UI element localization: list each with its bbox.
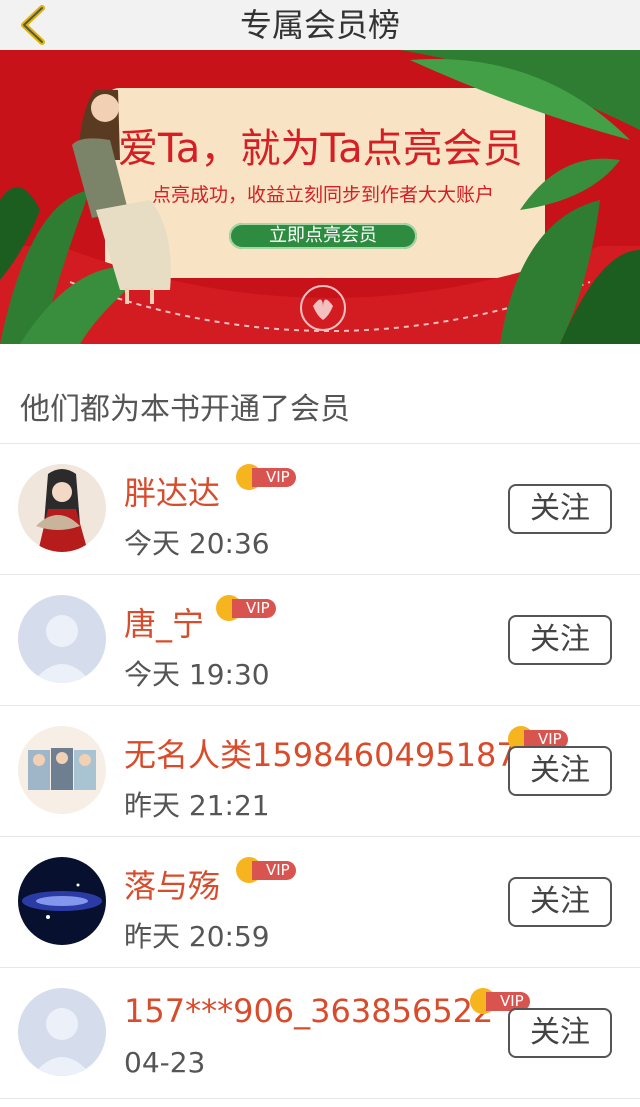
follow-button[interactable]: 关注 — [508, 615, 612, 665]
follow-button[interactable]: 关注 — [508, 877, 612, 927]
promo-banner[interactable]: 爱Ta，就为Ta点亮会员 点亮成功，收益立刻同步到作者大大账户 立即点亮会员 — [0, 50, 640, 344]
member-name[interactable]: 胖达达 — [124, 468, 220, 514]
section-title: 他们都为本书开通了会员 — [20, 392, 350, 427]
list-item[interactable]: 落与殇 VIP 昨天 20:59 关注 — [0, 837, 640, 968]
avatar-image — [18, 726, 106, 814]
member-name[interactable]: 157***906_363856522 — [124, 992, 493, 1030]
avatar-image — [18, 857, 106, 945]
avatar[interactable] — [18, 726, 106, 814]
page-title: 专属会员榜 — [239, 6, 400, 44]
avatar[interactable] — [18, 464, 106, 552]
list-item[interactable]: 157***906_363856522 VIP 04-23 关注 — [0, 968, 640, 1099]
banner-headline: 爱Ta，就为Ta点亮会员 — [118, 126, 523, 172]
member-name[interactable]: 落与殇 — [124, 861, 220, 907]
follow-button[interactable]: 关注 — [508, 746, 612, 796]
member-list: 胖达达 VIP 今天 20:36 关注 唐_宁 VIP 今天 19:30 关注 — [0, 444, 640, 1099]
list-item[interactable]: 唐_宁 VIP 今天 19:30 关注 — [0, 575, 640, 706]
avatar[interactable] — [18, 595, 106, 683]
join-time: 昨天 21:21 — [124, 789, 270, 822]
follow-button[interactable]: 关注 — [508, 484, 612, 534]
member-name[interactable]: 唐_宁 — [124, 599, 204, 645]
join-time: 今天 19:30 — [124, 658, 270, 691]
list-item[interactable]: 无名人类1598460495187 VIP 昨天 21:21 关注 — [0, 706, 640, 837]
list-item[interactable]: 胖达达 VIP 今天 20:36 关注 — [0, 444, 640, 575]
join-time: 今天 20:36 — [124, 527, 270, 560]
member-name[interactable]: 无名人类1598460495187 — [124, 730, 517, 776]
avatar[interactable] — [18, 988, 106, 1076]
default-avatar-icon — [18, 988, 106, 1076]
avatar-image — [18, 464, 106, 552]
avatar[interactable] — [18, 857, 106, 945]
banner-subtitle: 点亮成功，收益立刻同步到作者大大账户 — [152, 184, 495, 206]
join-time: 04-23 — [124, 1046, 206, 1079]
join-time: 昨天 20:59 — [124, 920, 270, 953]
default-avatar-icon — [18, 595, 106, 683]
top-bar: 专属会员榜 — [0, 0, 640, 50]
follow-button[interactable]: 关注 — [508, 1008, 612, 1058]
activate-vip-button[interactable]: 立即点亮会员 — [229, 223, 417, 249]
